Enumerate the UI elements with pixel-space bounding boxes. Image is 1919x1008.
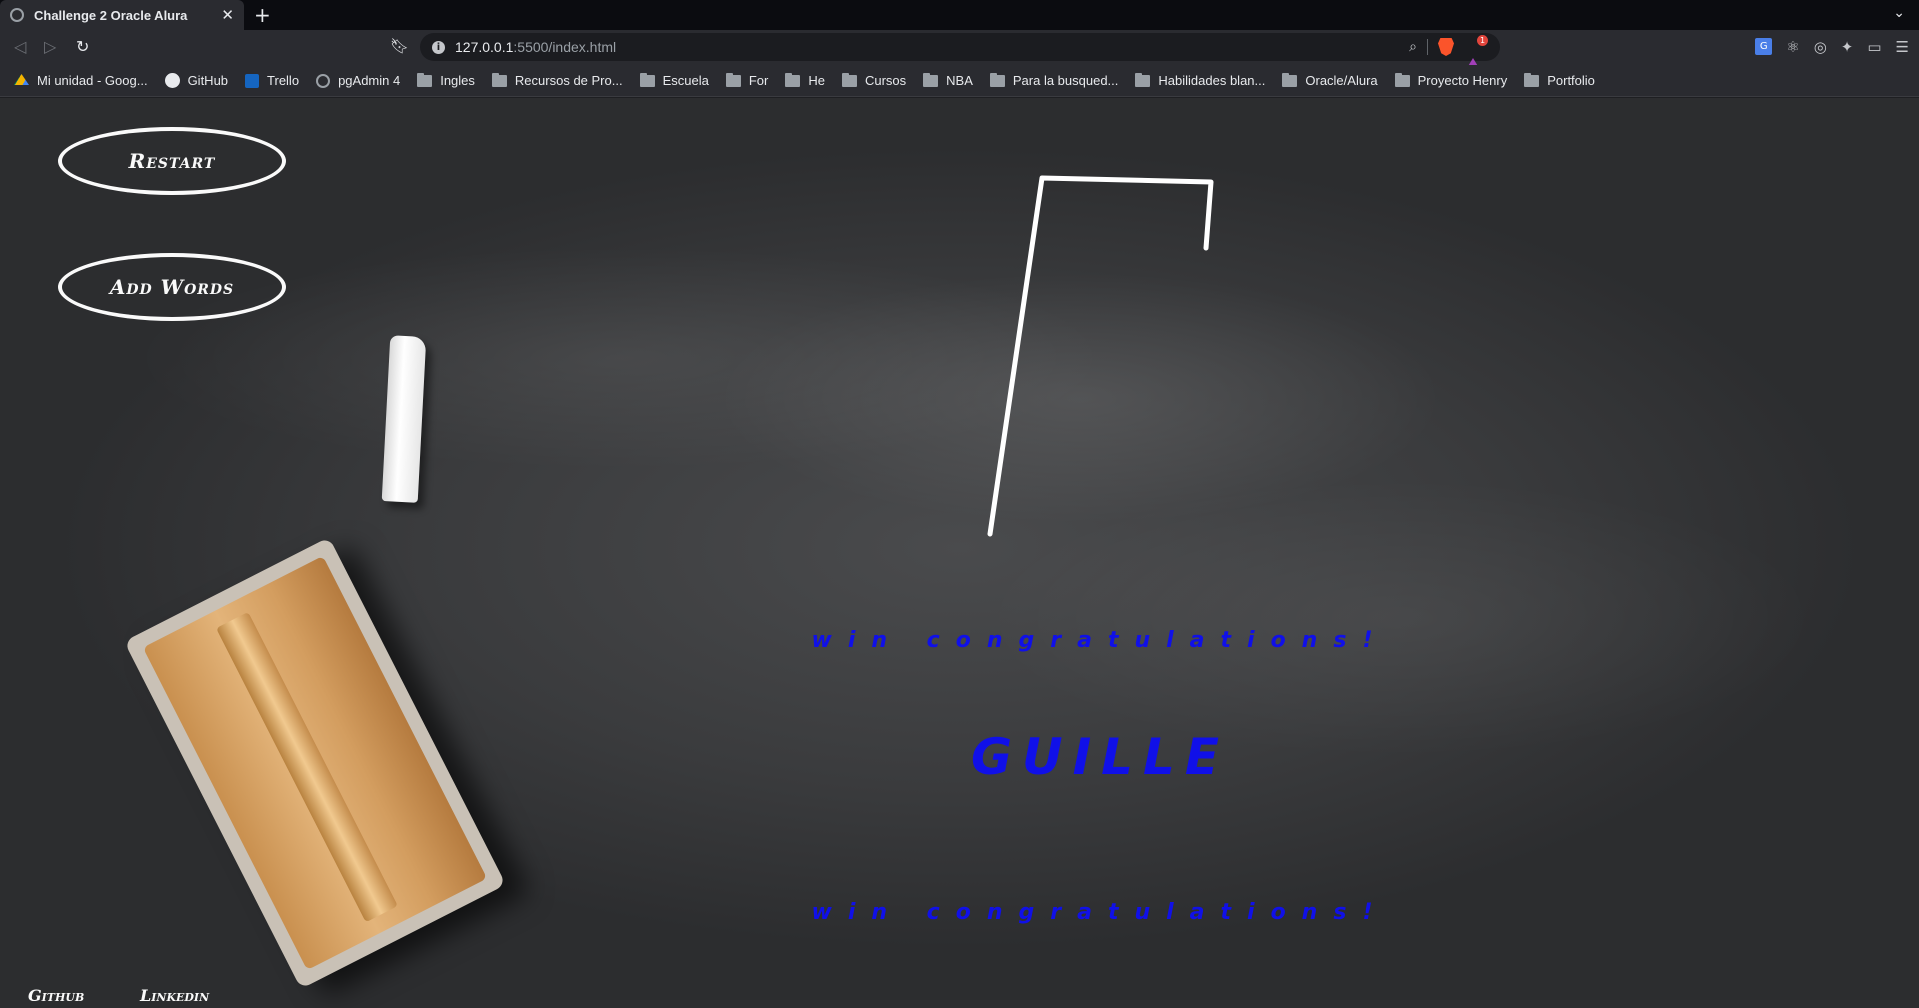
brave-rewards-icon[interactable]: 1 — [1464, 35, 1488, 73]
target-icon[interactable]: ◎ — [1814, 38, 1827, 56]
reload-icon[interactable]: ↻ — [76, 37, 89, 56]
tab-strip: Challenge 2 Oracle Alura ✕ + ⌄ — [0, 0, 1919, 30]
folder-icon — [639, 72, 655, 87]
close-tab-icon[interactable]: ✕ — [221, 6, 234, 24]
forward-arrow-icon[interactable]: ▷ — [44, 37, 56, 56]
bookmark-label: Cursos — [864, 73, 907, 88]
wallet-icon[interactable]: ▭ — [1867, 38, 1881, 56]
folder-icon — [417, 72, 433, 87]
bookmark-item[interactable]: Trello — [245, 73, 299, 88]
win-message-bottom: win congratulations! — [811, 900, 1389, 925]
folder-icon — [1282, 72, 1298, 87]
url-host: 127.0.0.1 — [455, 39, 514, 55]
bookmark-label: Habilidades blan... — [1158, 73, 1266, 88]
bookmark-item[interactable]: Mi unidad - Goog... — [14, 73, 148, 88]
win-message-top: win congratulations! — [811, 628, 1389, 653]
trello-icon — [245, 73, 260, 88]
bookmark-folder[interactable]: Cursos — [841, 72, 907, 88]
folder-icon — [989, 72, 1005, 87]
bookmark-label: NBA — [946, 73, 973, 88]
chevron-down-icon[interactable]: ⌄ — [1893, 5, 1905, 21]
folder-icon — [923, 72, 939, 87]
hangman-gallows — [987, 175, 1214, 537]
bookmark-folder[interactable]: Habilidades blan... — [1135, 72, 1266, 88]
bookmark-icon[interactable]: 🔖︎ — [390, 37, 409, 55]
address-bar[interactable]: i 127.0.0.1 :5500/index.html ⌕ 1 — [420, 33, 1500, 73]
menu-icon[interactable]: ☰ — [1896, 38, 1909, 56]
bookmark-label: Oracle/Alura — [1305, 73, 1378, 88]
folder-icon — [841, 72, 857, 87]
bookmark-folder[interactable]: For — [725, 72, 769, 88]
bookmark-folder[interactable]: Escuela — [639, 72, 709, 88]
folder-icon — [1394, 72, 1410, 87]
puzzle-icon[interactable]: ✦ — [1841, 38, 1854, 56]
bookmark-folder[interactable]: Proyecto Henry — [1394, 72, 1508, 88]
bookmarks-bar: Mi unidad - Goog... GitHub Trello pgAdmi… — [0, 65, 1919, 97]
new-tab-icon[interactable]: + — [254, 3, 271, 27]
bookmark-label: He — [808, 73, 825, 88]
react-devtools-icon[interactable]: ⚛ — [1786, 38, 1799, 56]
bookmark-label: Proyecto Henry — [1417, 73, 1508, 88]
bookmark-folder[interactable]: Ingles — [417, 72, 475, 88]
bookmark-label: GitHub — [187, 73, 229, 88]
omnibox-actions: ⌕ 1 — [1409, 35, 1488, 73]
tab-title: Challenge 2 Oracle Alura — [34, 7, 188, 23]
back-arrow-icon[interactable]: ◁ — [14, 37, 26, 56]
translate-icon[interactable]: G — [1755, 38, 1773, 55]
gallows-frame — [987, 175, 1214, 537]
bookmark-folder[interactable]: Recursos de Pro... — [491, 72, 623, 88]
bookmark-folder[interactable]: NBA — [923, 72, 973, 88]
drive-icon — [14, 74, 29, 86]
guessed-word: GUILLE — [970, 728, 1230, 786]
url-path: :5500/index.html — [513, 39, 617, 55]
bookmark-label: Mi unidad - Goog... — [37, 73, 148, 88]
linkedin-link[interactable]: Linkedin — [140, 986, 209, 1005]
extensions-area: G ⚛ ◎ ✦ ▭ ☰ — [1755, 38, 1909, 56]
bookmark-label: pgAdmin 4 — [338, 73, 401, 88]
bookmark-item[interactable]: GitHub — [164, 73, 229, 88]
bookmark-label: Escuela — [662, 73, 709, 88]
bookmark-folder[interactable]: He — [785, 72, 825, 88]
zoom-icon[interactable]: ⌕ — [1409, 39, 1417, 55]
folder-icon — [725, 72, 741, 87]
bookmark-label: For — [748, 73, 769, 88]
browser-toolbar: ◁ ▷ ↻ 🔖︎ i 127.0.0.1 :5500/index.html ⌕ … — [0, 30, 1919, 73]
globe-icon — [316, 73, 331, 88]
bookmark-folder[interactable]: Oracle/Alura — [1282, 72, 1378, 88]
chalkboard-page: Restart Add Words win congratulations! G… — [0, 98, 1919, 1008]
github-link[interactable]: Github — [28, 986, 84, 1005]
folder-icon — [785, 72, 801, 87]
bookmark-label: Recursos de Pro... — [514, 73, 623, 88]
bookmark-label: Portfolio — [1547, 73, 1595, 88]
folder-icon — [1524, 72, 1540, 87]
folder-icon — [491, 72, 507, 87]
globe-icon — [10, 8, 24, 22]
bookmark-label: Para la busqued... — [1012, 73, 1119, 88]
bookmark-folder[interactable]: Portfolio — [1524, 72, 1595, 88]
active-tab[interactable]: Challenge 2 Oracle Alura ✕ — [0, 0, 244, 30]
info-icon[interactable]: i — [432, 40, 445, 54]
bookmark-folder[interactable]: Para la busqued... — [989, 72, 1119, 88]
github-icon — [164, 73, 180, 88]
divider — [1427, 39, 1428, 55]
bookmark-label: Ingles — [440, 73, 475, 88]
bookmark-label: Trello — [267, 73, 300, 88]
bookmark-item[interactable]: pgAdmin 4 — [316, 73, 400, 88]
brave-shields-icon[interactable] — [1438, 38, 1454, 56]
folder-icon — [1135, 72, 1151, 87]
rewards-badge: 1 — [1477, 35, 1488, 46]
